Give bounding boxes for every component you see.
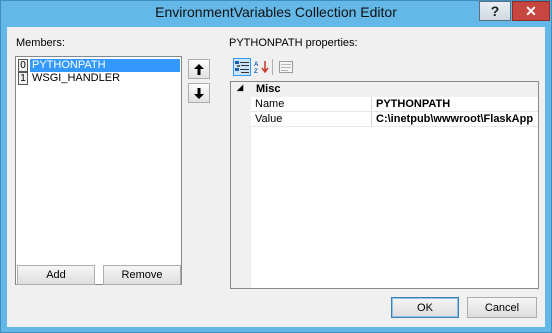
- dialog-client-area: Members: 0 PYTHONPATH 1 WSGI_HANDLER Add…: [7, 27, 545, 327]
- move-up-button[interactable]: [188, 59, 210, 79]
- categorized-button[interactable]: [233, 58, 251, 76]
- member-index: 0: [18, 59, 28, 72]
- close-button[interactable]: ✕: [512, 1, 550, 21]
- ok-button[interactable]: OK: [391, 297, 459, 318]
- member-name: WSGI_HANDLER: [32, 72, 121, 84]
- add-button[interactable]: Add: [17, 265, 95, 285]
- help-button[interactable]: ?: [479, 1, 511, 21]
- members-list[interactable]: 0 PYTHONPATH 1 WSGI_HANDLER: [15, 56, 182, 285]
- property-grid[interactable]: ◢ Misc Name PYTHONPATH Value C:\inetpub\…: [230, 81, 539, 289]
- title-bar[interactable]: EnvironmentVariables Collection Editor ?…: [1, 1, 551, 25]
- remove-button[interactable]: Remove: [103, 265, 181, 285]
- move-down-button[interactable]: [188, 83, 210, 103]
- property-row-name[interactable]: Name PYTHONPATH: [231, 97, 538, 112]
- collapse-icon[interactable]: ◢: [237, 83, 243, 92]
- property-name: Value: [255, 113, 283, 125]
- cancel-button[interactable]: Cancel: [467, 297, 537, 318]
- toolbar-separator: [272, 59, 273, 75]
- properties-label: PYTHONPATH properties:: [229, 37, 358, 49]
- property-value[interactable]: PYTHONPATH: [376, 98, 450, 110]
- svg-text:Z: Z: [254, 69, 258, 74]
- property-row-value[interactable]: Value C:\inetpub\wwwroot\FlaskApp: [231, 112, 538, 127]
- category-name: Misc: [256, 83, 281, 95]
- svg-text:A: A: [254, 62, 259, 68]
- alphabetical-icon: A Z: [254, 61, 269, 74]
- property-pages-icon: [279, 61, 293, 73]
- members-label: Members:: [16, 37, 65, 49]
- collection-editor-window: EnvironmentVariables Collection Editor ?…: [0, 0, 552, 333]
- categorized-icon: [235, 61, 249, 73]
- member-item-wsgi-handler[interactable]: 1 WSGI_HANDLER: [18, 72, 180, 85]
- property-value[interactable]: C:\inetpub\wwwroot\FlaskApp: [376, 113, 533, 125]
- property-pages-button[interactable]: [277, 58, 295, 76]
- window-title: EnvironmentVariables Collection Editor: [155, 4, 397, 20]
- arrow-down-icon: [194, 87, 204, 99]
- member-name: PYTHONPATH: [30, 59, 180, 72]
- property-name: Name: [255, 98, 285, 110]
- member-index: 1: [18, 72, 28, 85]
- alphabetical-button[interactable]: A Z: [253, 58, 271, 76]
- category-row-misc[interactable]: ◢ Misc: [231, 82, 538, 97]
- member-item-pythonpath[interactable]: 0 PYTHONPATH: [18, 59, 180, 72]
- arrow-up-icon: [194, 63, 204, 75]
